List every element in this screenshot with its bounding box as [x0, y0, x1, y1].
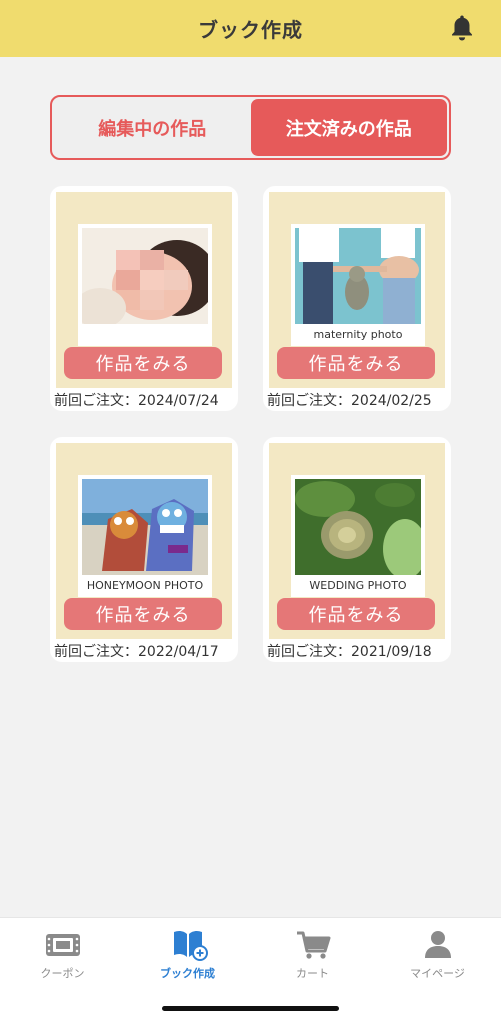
bell-icon[interactable] — [447, 13, 477, 43]
person-icon — [424, 931, 451, 958]
view-work-button[interactable]: 作品をみる — [64, 598, 222, 630]
tab-label: マイページ — [410, 967, 465, 980]
view-work-button[interactable]: 作品をみる — [277, 347, 435, 379]
tab-label: ブック作成 — [160, 967, 215, 980]
tab-label: クーポン — [40, 967, 85, 980]
tab-label: カート — [296, 967, 329, 980]
maternity-photo — [295, 228, 421, 324]
photo-label: maternity photo — [313, 328, 403, 341]
work-card[interactable]: HONEYMOON PHOTO 作品をみる 前回ご注文：2022/04/17 — [50, 437, 238, 662]
photo-frame: WEDDING PHOTO — [291, 475, 425, 597]
page-title: ブック作成 — [198, 18, 303, 42]
tab-book-create[interactable]: ブック作成 — [125, 918, 250, 988]
book-add-icon — [173, 930, 208, 961]
shisa-photo — [82, 479, 208, 575]
tab-cart[interactable]: カート — [250, 918, 375, 988]
last-order-date: 前回ご注文：2022/04/17 — [54, 644, 219, 660]
bouquet-photo — [295, 479, 421, 575]
last-order-date: 前回ご注文：2021/09/18 — [267, 644, 432, 660]
cart-icon — [296, 931, 330, 959]
segment-control: 編集中の作品 注文済みの作品 — [50, 95, 451, 160]
app-header: ブック作成 — [0, 0, 501, 57]
tab-editing-works[interactable]: 編集中の作品 — [54, 99, 251, 156]
photo-frame — [78, 224, 212, 346]
photo-label: HONEYMOON PHOTO — [86, 579, 204, 592]
photo-label: WEDDING PHOTO — [309, 579, 407, 592]
work-card[interactable]: 作品をみる 前回ご注文：2024/07/24 — [50, 186, 238, 411]
tab-mypage[interactable]: マイページ — [375, 918, 500, 988]
photo-frame: HONEYMOON PHOTO — [78, 475, 212, 597]
photo-frame: maternity photo — [291, 224, 425, 346]
ticket-icon — [45, 934, 80, 956]
last-order-date: 前回ご注文：2024/02/25 — [267, 393, 432, 409]
tab-ordered-works[interactable]: 注文済みの作品 — [250, 99, 447, 156]
tab-coupon[interactable]: クーポン — [0, 918, 125, 988]
work-card[interactable]: maternity photo 作品をみる 前回ご注文：2024/02/25 — [263, 186, 451, 411]
work-card[interactable]: WEDDING PHOTO 作品をみる 前回ご注文：2021/09/18 — [263, 437, 451, 662]
view-work-button[interactable]: 作品をみる — [277, 598, 435, 630]
last-order-date: 前回ご注文：2024/07/24 — [54, 393, 219, 409]
view-work-button[interactable]: 作品をみる — [64, 347, 222, 379]
home-indicator — [162, 1006, 339, 1011]
baby-photo — [82, 228, 208, 324]
